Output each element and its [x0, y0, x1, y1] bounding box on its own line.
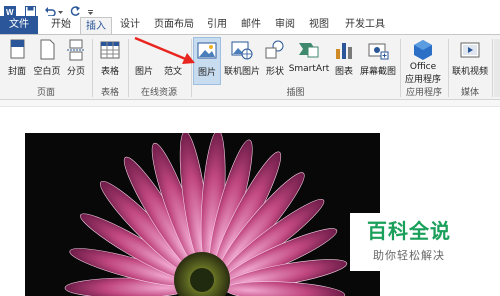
- shapes-label: 形状: [265, 67, 284, 77]
- office-apps-label-line2: 应用程序: [404, 75, 441, 85]
- tab-insert[interactable]: 插入: [80, 17, 112, 34]
- tab-view[interactable]: 视图: [304, 16, 334, 34]
- group-divider: [92, 39, 93, 97]
- group-divider: [128, 39, 129, 97]
- ribbon-tabs: 文件 开始 插入 设计 页面布局 引用 邮件 审阅 视图 开发工具: [0, 16, 500, 34]
- save-icon[interactable]: [25, 2, 36, 17]
- shapes-icon: [264, 39, 286, 61]
- online-pictures-label: 联机图片: [223, 67, 260, 77]
- office-apps-button[interactable]: Office 应用程序: [402, 37, 444, 85]
- cover-page-icon: [6, 39, 28, 61]
- screenshot-button[interactable]: 屏幕截图: [358, 37, 398, 85]
- online-video-label: 联机视频: [451, 67, 488, 77]
- online-video-button[interactable]: 联机视频: [450, 37, 490, 85]
- office-apps-icon: [412, 39, 434, 61]
- ribbon-insert: 封面 空白页 分页 页面 表格 表格 图片 范文 在线资源 图片 联机图片 形状…: [0, 34, 500, 100]
- table-button[interactable]: 表格: [95, 37, 125, 85]
- redo-icon[interactable]: [70, 2, 81, 16]
- chart-button[interactable]: 图表: [330, 37, 358, 85]
- template-button[interactable]: 范文: [158, 37, 188, 85]
- tab-review[interactable]: 审阅: [270, 16, 300, 34]
- shapes-button[interactable]: 形状: [262, 37, 288, 85]
- page-break-button[interactable]: 分页: [62, 37, 90, 85]
- inserted-flower-image[interactable]: [25, 133, 380, 296]
- watermark-title: 百科全说: [367, 219, 451, 243]
- page-break-icon: [65, 39, 87, 61]
- online-pictures-icon: [231, 39, 253, 61]
- blank-page-label: 空白页: [33, 67, 61, 77]
- template-label: 范文: [163, 67, 182, 77]
- tab-design[interactable]: 设计: [114, 16, 146, 34]
- screenshot-icon: [367, 39, 389, 61]
- watermark: 百科全说 助你轻松解决: [350, 213, 468, 271]
- picture-label: 图片: [197, 68, 216, 78]
- table-icon: [99, 39, 121, 61]
- insert-picture-button[interactable]: 图片: [193, 37, 221, 85]
- group-pages-label: 页面: [36, 88, 55, 98]
- group-media-label: 媒体: [460, 88, 479, 98]
- group-apps-label: 应用程序: [405, 88, 442, 98]
- group-divider: [448, 39, 449, 97]
- tab-home[interactable]: 开始: [44, 16, 78, 34]
- customize-icon[interactable]: [88, 2, 94, 15]
- smartart-icon: [298, 39, 320, 61]
- tab-references[interactable]: 引用: [202, 16, 232, 34]
- picture-icon: [196, 40, 218, 62]
- tab-page-layout[interactable]: 页面布局: [150, 16, 198, 34]
- page-break-label: 分页: [66, 67, 85, 77]
- blank-page-icon: [36, 39, 58, 61]
- chart-icon: [333, 39, 355, 61]
- undo-icon[interactable]: [44, 2, 56, 17]
- undo-dropdown-icon[interactable]: [58, 2, 64, 14]
- online-pictures-button[interactable]: 联机图片: [222, 37, 262, 85]
- screenshot-label: 屏幕截图: [359, 67, 396, 77]
- chart-label: 图表: [334, 67, 353, 77]
- group-divider: [191, 39, 192, 97]
- tab-mailings[interactable]: 邮件: [236, 16, 266, 34]
- online-picture-icon: [133, 39, 155, 61]
- word-logo-icon: W: [4, 2, 16, 17]
- tab-developer[interactable]: 开发工具: [338, 16, 392, 34]
- group-tables-label: 表格: [100, 88, 119, 98]
- group-illustrations-label: 插图: [286, 88, 305, 98]
- cover-page-label: 封面: [7, 67, 26, 77]
- ruler: [0, 100, 500, 107]
- smartart-button[interactable]: SmartArt: [288, 37, 330, 85]
- watermark-subtitle: 助你轻松解决: [373, 249, 445, 262]
- group-online-resources-label: 在线资源: [140, 88, 177, 98]
- template-icon: [162, 39, 184, 61]
- office-apps-label: Office: [409, 62, 437, 72]
- smartart-label: SmartArt: [288, 64, 330, 74]
- online-picture-label: 图片: [134, 67, 153, 77]
- tab-file[interactable]: 文件: [0, 16, 38, 34]
- online-video-icon: [459, 39, 481, 61]
- more-buttons-edge: [494, 39, 500, 97]
- table-label: 表格: [100, 67, 119, 77]
- group-divider: [492, 39, 493, 97]
- group-divider: [400, 39, 401, 97]
- blank-page-button[interactable]: 空白页: [32, 37, 62, 85]
- cover-page-button[interactable]: 封面: [2, 37, 32, 85]
- quick-access-toolbar: W: [0, 0, 500, 17]
- online-picture-button[interactable]: 图片: [130, 37, 158, 85]
